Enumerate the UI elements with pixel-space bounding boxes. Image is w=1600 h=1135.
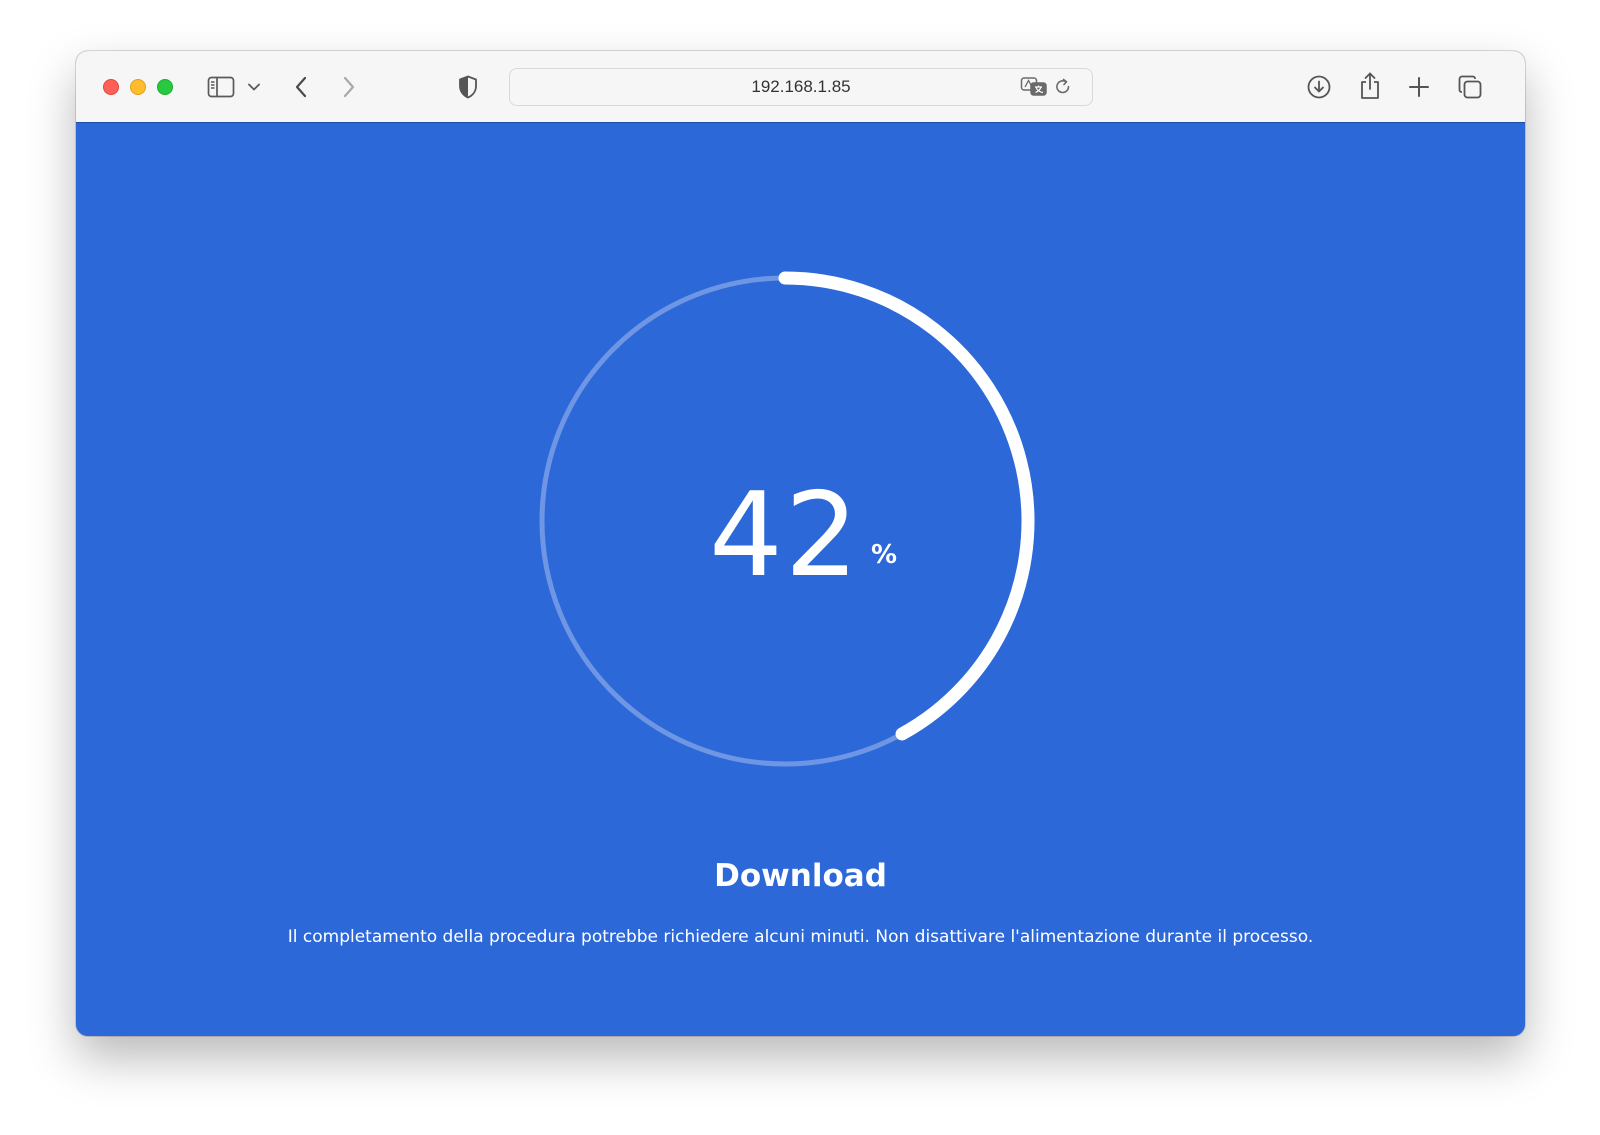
downloads-button[interactable] — [1304, 72, 1334, 102]
translate-button[interactable] — [1020, 75, 1048, 99]
page-title: Download — [714, 858, 887, 894]
chevron-down-icon — [248, 83, 260, 91]
browser-window: 192.168.1.85 42 % Download Il completame… — [76, 51, 1525, 1036]
sidebar-icon — [207, 76, 235, 98]
fullscreen-window-button[interactable] — [157, 79, 173, 95]
download-icon — [1307, 75, 1331, 99]
tab-overview-button[interactable] — [1455, 72, 1485, 102]
sidebar-toggle-button[interactable] — [206, 73, 236, 101]
translate-icon — [1020, 77, 1047, 96]
tab-overview-icon — [1458, 75, 1482, 99]
privacy-report-button[interactable] — [456, 73, 480, 101]
chevron-left-icon — [295, 76, 307, 98]
progress-readout: 42 % — [709, 471, 909, 601]
reload-button[interactable] — [1053, 77, 1073, 97]
minimize-window-button[interactable] — [130, 79, 146, 95]
back-button[interactable] — [290, 73, 312, 101]
progress-percent-value: 42 — [709, 468, 861, 603]
page-content: 42 % Download Il completamento della pro… — [76, 123, 1525, 1036]
reload-icon — [1056, 78, 1070, 94]
share-icon — [1361, 72, 1379, 99]
plus-icon — [1409, 77, 1429, 97]
share-button[interactable] — [1356, 69, 1384, 103]
progress-percent-sign: % — [871, 540, 898, 570]
new-tab-button[interactable] — [1406, 73, 1432, 101]
address-bar[interactable]: 192.168.1.85 — [509, 68, 1093, 106]
forward-button[interactable] — [338, 73, 360, 101]
page-description: Il completamento della procedura potrebb… — [287, 927, 1314, 947]
chevron-right-icon — [343, 76, 355, 98]
address-text: 192.168.1.85 — [751, 77, 851, 96]
sidebar-menu-button[interactable] — [246, 79, 262, 95]
shield-icon — [459, 75, 477, 99]
close-window-button[interactable] — [103, 79, 119, 95]
browser-toolbar: 192.168.1.85 — [76, 51, 1525, 123]
